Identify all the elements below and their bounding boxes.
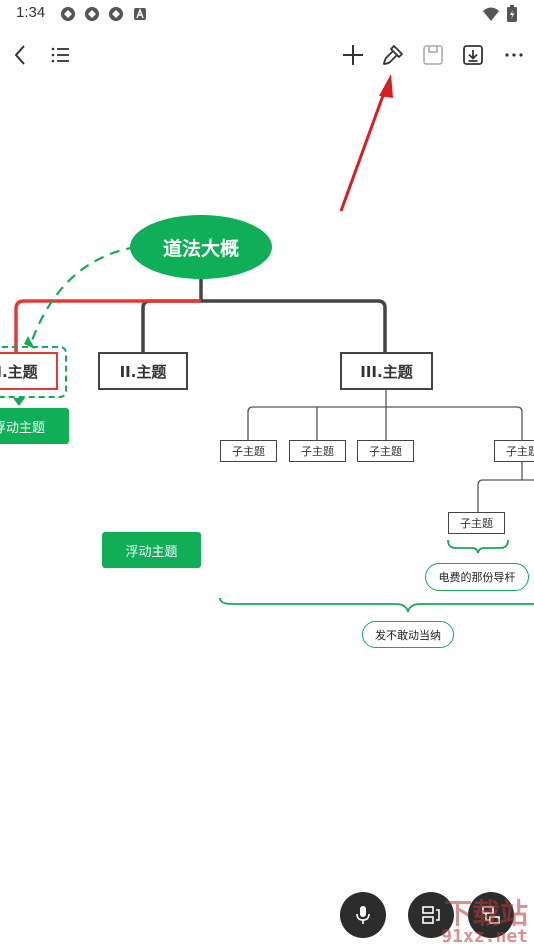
- red-arrow-head: [379, 74, 393, 98]
- main-topic-2[interactable]: II.主题: [98, 352, 188, 390]
- watermark-url: 91xz.net: [441, 926, 528, 947]
- mindmap-connectors: [0, 74, 534, 614]
- main-topic-1[interactable]: I.主题: [0, 352, 58, 390]
- floating-topic[interactable]: 浮动主题: [0, 408, 69, 444]
- floating-topic[interactable]: 浮动主题: [102, 532, 201, 568]
- main-topic-3[interactable]: III.主题: [340, 352, 433, 390]
- summary-callout[interactable]: 电费的那份导杆: [425, 563, 529, 591]
- root-topic[interactable]: 道法大概: [130, 215, 272, 279]
- subtopic[interactable]: 子主题: [494, 440, 534, 462]
- summary-callout[interactable]: 发不敢动当纳: [362, 621, 454, 648]
- microphone-icon: [356, 906, 370, 924]
- subtopic[interactable]: 子主题: [289, 440, 346, 462]
- watermark: 下载站 91xz.net: [378, 892, 528, 948]
- subtopic[interactable]: 子主题: [357, 440, 414, 462]
- subtopic[interactable]: 子主题: [220, 440, 277, 462]
- nested-subtopic[interactable]: 子主题: [448, 512, 505, 534]
